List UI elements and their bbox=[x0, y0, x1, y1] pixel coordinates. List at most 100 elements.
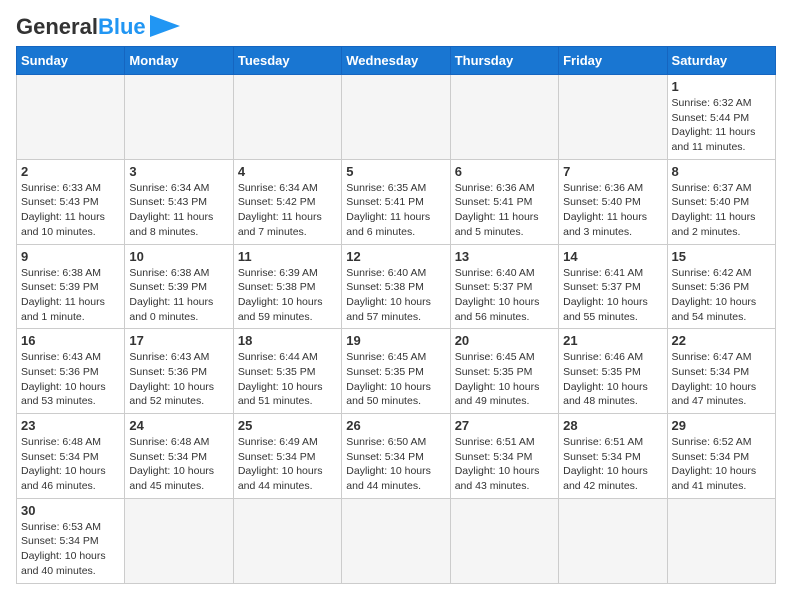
calendar-day: 23 Sunrise: 6:48 AM Sunset: 5:34 PM Dayli… bbox=[17, 414, 125, 499]
logo-text: GeneralBlue bbox=[16, 16, 146, 38]
calendar-day: 15 Sunrise: 6:42 AM Sunset: 5:36 PM Dayli… bbox=[667, 244, 775, 329]
calendar-week: 23 Sunrise: 6:48 AM Sunset: 5:34 PM Dayli… bbox=[17, 414, 776, 499]
calendar-week: 30Sunrise: 6:53 AM Sunset: 5:34 PM Dayli… bbox=[17, 498, 776, 583]
day-info: Sunrise: 6:48 AM Sunset: 5:34 PM Dayligh… bbox=[129, 435, 228, 494]
day-number: 15 bbox=[672, 249, 771, 264]
day-number: 14 bbox=[563, 249, 662, 264]
day-number: 29 bbox=[672, 418, 771, 433]
calendar-table: SundayMondayTuesdayWednesdayThursdayFrid… bbox=[16, 46, 776, 584]
calendar-day: 22 Sunrise: 6:47 AM Sunset: 5:34 PM Dayli… bbox=[667, 329, 775, 414]
calendar-day bbox=[233, 75, 341, 160]
day-info: Sunrise: 6:38 AM Sunset: 5:39 PM Dayligh… bbox=[129, 266, 228, 325]
day-number: 22 bbox=[672, 333, 771, 348]
day-info: Sunrise: 6:51 AM Sunset: 5:34 PM Dayligh… bbox=[563, 435, 662, 494]
calendar-day: 2Sunrise: 6:33 AM Sunset: 5:43 PM Daylig… bbox=[17, 159, 125, 244]
calendar-day: 20Sunrise: 6:45 AM Sunset: 5:35 PM Dayli… bbox=[450, 329, 558, 414]
day-number: 11 bbox=[238, 249, 337, 264]
day-number: 5 bbox=[346, 164, 445, 179]
day-info: Sunrise: 6:37 AM Sunset: 5:40 PM Dayligh… bbox=[672, 181, 771, 240]
calendar-day: 13Sunrise: 6:40 AM Sunset: 5:37 PM Dayli… bbox=[450, 244, 558, 329]
day-info: Sunrise: 6:45 AM Sunset: 5:35 PM Dayligh… bbox=[346, 350, 445, 409]
calendar-day bbox=[342, 498, 450, 583]
calendar-day: 29 Sunrise: 6:52 AM Sunset: 5:34 PM Dayli… bbox=[667, 414, 775, 499]
day-number: 6 bbox=[455, 164, 554, 179]
weekday-header: Monday bbox=[125, 47, 233, 75]
day-number: 1 bbox=[672, 79, 771, 94]
day-number: 17 bbox=[129, 333, 228, 348]
calendar-day bbox=[559, 75, 667, 160]
weekday-header: Thursday bbox=[450, 47, 558, 75]
calendar-day bbox=[125, 75, 233, 160]
calendar-day bbox=[667, 498, 775, 583]
page-header: GeneralBlue bbox=[16, 16, 776, 38]
weekday-header: Wednesday bbox=[342, 47, 450, 75]
day-number: 4 bbox=[238, 164, 337, 179]
calendar-day: 30Sunrise: 6:53 AM Sunset: 5:34 PM Dayli… bbox=[17, 498, 125, 583]
day-number: 28 bbox=[563, 418, 662, 433]
weekday-header: Tuesday bbox=[233, 47, 341, 75]
day-number: 25 bbox=[238, 418, 337, 433]
day-number: 23 bbox=[21, 418, 120, 433]
calendar-header: SundayMondayTuesdayWednesdayThursdayFrid… bbox=[17, 47, 776, 75]
day-info: Sunrise: 6:53 AM Sunset: 5:34 PM Dayligh… bbox=[21, 520, 120, 579]
day-number: 9 bbox=[21, 249, 120, 264]
day-info: Sunrise: 6:44 AM Sunset: 5:35 PM Dayligh… bbox=[238, 350, 337, 409]
calendar-day: 27Sunrise: 6:51 AM Sunset: 5:34 PM Dayli… bbox=[450, 414, 558, 499]
calendar-day: 12 Sunrise: 6:40 AM Sunset: 5:38 PM Dayli… bbox=[342, 244, 450, 329]
calendar-day: 19Sunrise: 6:45 AM Sunset: 5:35 PM Dayli… bbox=[342, 329, 450, 414]
day-info: Sunrise: 6:50 AM Sunset: 5:34 PM Dayligh… bbox=[346, 435, 445, 494]
calendar-day bbox=[17, 75, 125, 160]
day-number: 18 bbox=[238, 333, 337, 348]
day-info: Sunrise: 6:45 AM Sunset: 5:35 PM Dayligh… bbox=[455, 350, 554, 409]
calendar-day: 1 Sunrise: 6:32 AM Sunset: 5:44 PM Daylig… bbox=[667, 75, 775, 160]
weekday-header: Friday bbox=[559, 47, 667, 75]
day-info: Sunrise: 6:43 AM Sunset: 5:36 PM Dayligh… bbox=[129, 350, 228, 409]
weekday-header: Saturday bbox=[667, 47, 775, 75]
day-number: 8 bbox=[672, 164, 771, 179]
day-number: 12 bbox=[346, 249, 445, 264]
day-info: Sunrise: 6:34 AM Sunset: 5:42 PM Dayligh… bbox=[238, 181, 337, 240]
calendar-day: 26 Sunrise: 6:50 AM Sunset: 5:34 PM Dayli… bbox=[342, 414, 450, 499]
calendar-day: 8 Sunrise: 6:37 AM Sunset: 5:40 PM Daylig… bbox=[667, 159, 775, 244]
day-info: Sunrise: 6:35 AM Sunset: 5:41 PM Dayligh… bbox=[346, 181, 445, 240]
day-info: Sunrise: 6:32 AM Sunset: 5:44 PM Dayligh… bbox=[672, 96, 771, 155]
calendar-day: 14 Sunrise: 6:41 AM Sunset: 5:37 PM Dayli… bbox=[559, 244, 667, 329]
calendar-day: 6 Sunrise: 6:36 AM Sunset: 5:41 PM Daylig… bbox=[450, 159, 558, 244]
day-info: Sunrise: 6:36 AM Sunset: 5:40 PM Dayligh… bbox=[563, 181, 662, 240]
day-number: 13 bbox=[455, 249, 554, 264]
calendar-day: 9 Sunrise: 6:38 AM Sunset: 5:39 PM Daylig… bbox=[17, 244, 125, 329]
day-info: Sunrise: 6:38 AM Sunset: 5:39 PM Dayligh… bbox=[21, 266, 120, 325]
day-info: Sunrise: 6:52 AM Sunset: 5:34 PM Dayligh… bbox=[672, 435, 771, 494]
day-info: Sunrise: 6:48 AM Sunset: 5:34 PM Dayligh… bbox=[21, 435, 120, 494]
day-number: 7 bbox=[563, 164, 662, 179]
day-info: Sunrise: 6:36 AM Sunset: 5:41 PM Dayligh… bbox=[455, 181, 554, 240]
day-number: 16 bbox=[21, 333, 120, 348]
day-number: 26 bbox=[346, 418, 445, 433]
weekday-header: Sunday bbox=[17, 47, 125, 75]
calendar-day: 11 Sunrise: 6:39 AM Sunset: 5:38 PM Dayli… bbox=[233, 244, 341, 329]
day-info: Sunrise: 6:34 AM Sunset: 5:43 PM Dayligh… bbox=[129, 181, 228, 240]
day-info: Sunrise: 6:40 AM Sunset: 5:38 PM Dayligh… bbox=[346, 266, 445, 325]
day-info: Sunrise: 6:33 AM Sunset: 5:43 PM Dayligh… bbox=[21, 181, 120, 240]
day-number: 3 bbox=[129, 164, 228, 179]
calendar-week: 2Sunrise: 6:33 AM Sunset: 5:43 PM Daylig… bbox=[17, 159, 776, 244]
calendar-day: 4 Sunrise: 6:34 AM Sunset: 5:42 PM Daylig… bbox=[233, 159, 341, 244]
calendar-day: 24Sunrise: 6:48 AM Sunset: 5:34 PM Dayli… bbox=[125, 414, 233, 499]
day-info: Sunrise: 6:51 AM Sunset: 5:34 PM Dayligh… bbox=[455, 435, 554, 494]
calendar-day bbox=[450, 75, 558, 160]
day-info: Sunrise: 6:49 AM Sunset: 5:34 PM Dayligh… bbox=[238, 435, 337, 494]
calendar-week: 9 Sunrise: 6:38 AM Sunset: 5:39 PM Daylig… bbox=[17, 244, 776, 329]
day-info: Sunrise: 6:47 AM Sunset: 5:34 PM Dayligh… bbox=[672, 350, 771, 409]
calendar-day bbox=[233, 498, 341, 583]
day-info: Sunrise: 6:41 AM Sunset: 5:37 PM Dayligh… bbox=[563, 266, 662, 325]
calendar-week: 1 Sunrise: 6:32 AM Sunset: 5:44 PM Daylig… bbox=[17, 75, 776, 160]
day-info: Sunrise: 6:39 AM Sunset: 5:38 PM Dayligh… bbox=[238, 266, 337, 325]
day-info: Sunrise: 6:42 AM Sunset: 5:36 PM Dayligh… bbox=[672, 266, 771, 325]
calendar-day: 5 Sunrise: 6:35 AM Sunset: 5:41 PM Daylig… bbox=[342, 159, 450, 244]
day-number: 21 bbox=[563, 333, 662, 348]
calendar-day: 7 Sunrise: 6:36 AM Sunset: 5:40 PM Daylig… bbox=[559, 159, 667, 244]
calendar-day bbox=[125, 498, 233, 583]
day-info: Sunrise: 6:43 AM Sunset: 5:36 PM Dayligh… bbox=[21, 350, 120, 409]
logo-icon bbox=[150, 15, 180, 37]
calendar-day bbox=[559, 498, 667, 583]
